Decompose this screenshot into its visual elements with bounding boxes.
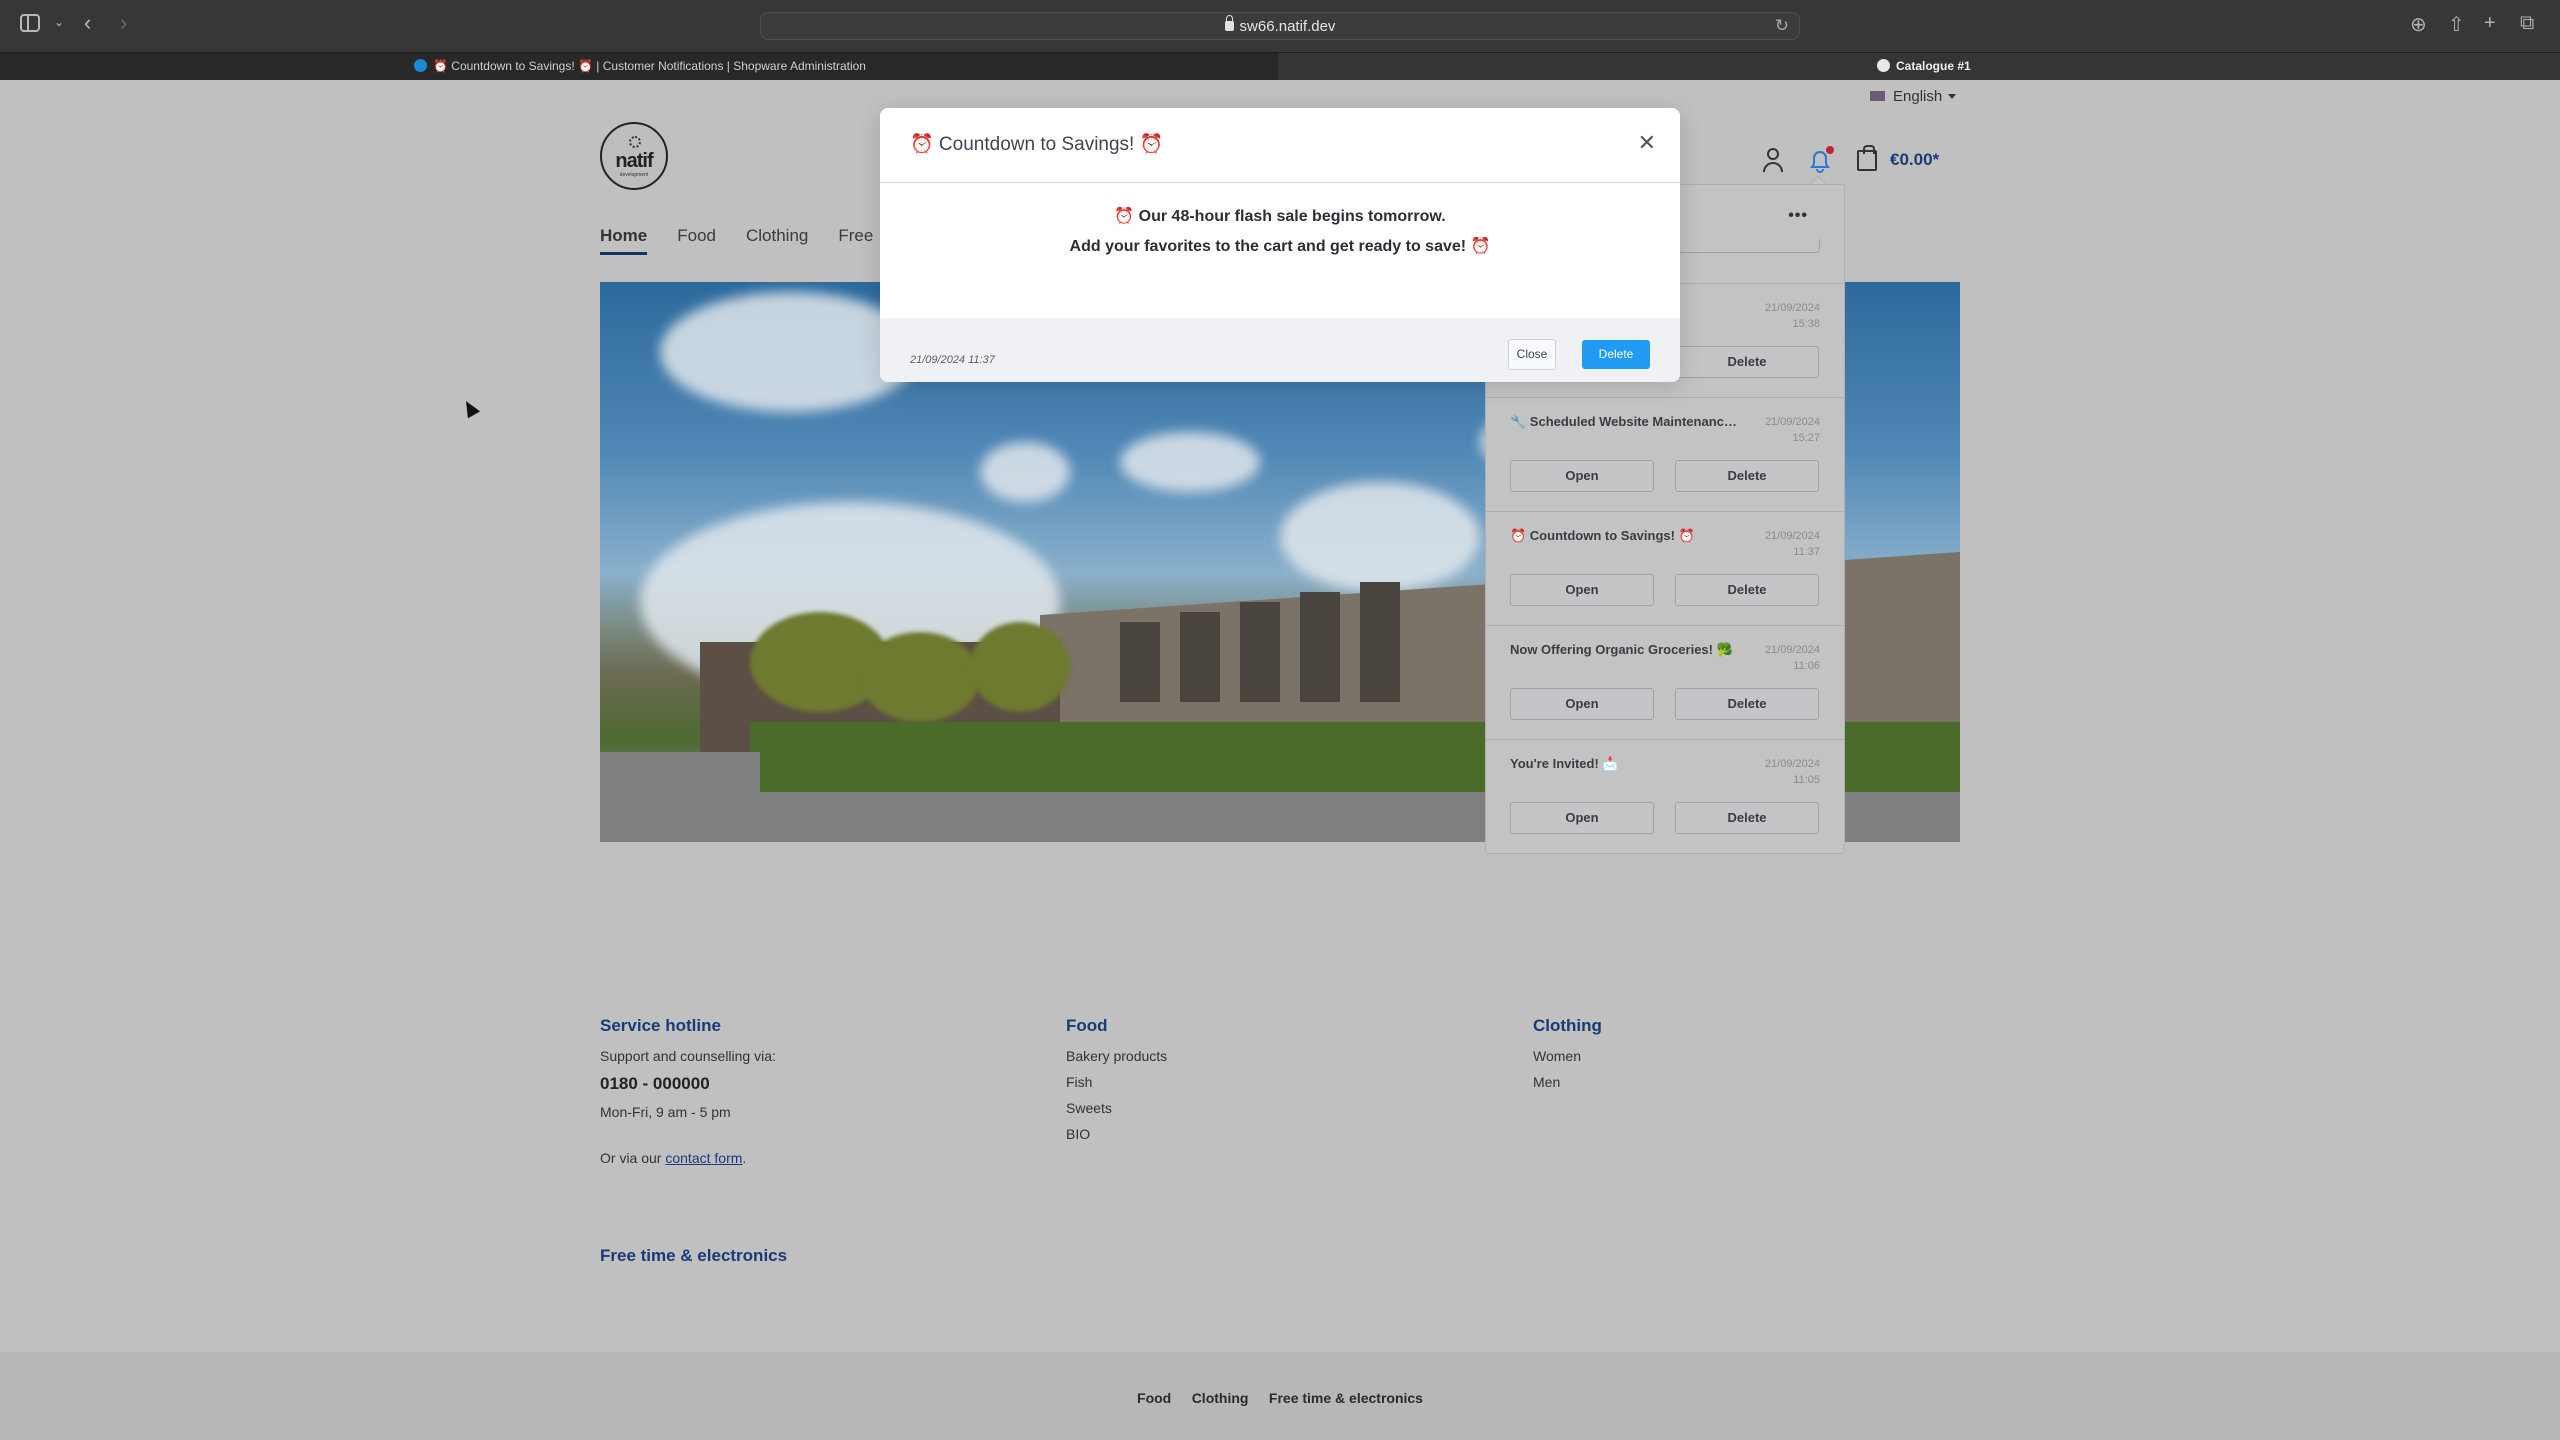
contact-form-link[interactable]: contact form: [665, 1150, 742, 1166]
notification-title: ⏰ Countdown to Savings! ⏰: [1510, 528, 1695, 543]
footer-bottom-bar: Food Clothing Free time & electronics: [0, 1352, 2560, 1440]
footer-heading: Food: [1066, 1016, 1108, 1035]
modal-body: ⏰ Our 48-hour flash sale begins tomorrow…: [880, 184, 1680, 318]
modal-title: ⏰ Countdown to Savings! ⏰: [910, 134, 1164, 155]
notification-open-button[interactable]: Open: [1510, 574, 1654, 606]
store-logo[interactable]: natif development: [600, 122, 668, 190]
notification-badge: [1826, 146, 1834, 154]
footer-link[interactable]: Women: [1533, 1048, 1602, 1064]
notification-open-button[interactable]: Open: [1510, 688, 1654, 720]
footer: Service hotline Support and counselling …: [0, 884, 2560, 1360]
cart-total[interactable]: €0.00*: [1890, 150, 1939, 170]
footer-link[interactable]: Men: [1533, 1074, 1602, 1090]
modal-message-line: Add your favorites to the cart and get r…: [1069, 238, 1491, 255]
footer-link[interactable]: Sweets: [1066, 1100, 1167, 1116]
footer-heading: Service hotline: [600, 1016, 721, 1035]
nav-item-clothing[interactable]: Clothing: [746, 226, 808, 255]
hotline-phone: 0180 - 000000: [600, 1074, 710, 1093]
notification-delete-button[interactable]: Delete: [1675, 574, 1819, 606]
share-icon[interactable]: ⇧: [2448, 12, 2465, 37]
notification-open-button[interactable]: Open: [1510, 460, 1654, 492]
support-intro: Support and counselling via:: [600, 1048, 776, 1064]
modal-message-line: ⏰ Our 48-hour flash sale begins tomorrow…: [1114, 208, 1446, 225]
footer-link[interactable]: Bakery products: [1066, 1048, 1167, 1064]
download-icon[interactable]: ⊕: [2410, 12, 2427, 37]
hotline-hours: Mon-Fri, 9 am - 5 pm: [600, 1104, 731, 1120]
bottom-link-food[interactable]: Food: [1137, 1390, 1171, 1406]
bottom-link-free-time[interactable]: Free time & electronics: [1269, 1390, 1423, 1406]
bottom-link-clothing[interactable]: Clothing: [1192, 1390, 1249, 1406]
cart-icon[interactable]: [1857, 145, 1877, 171]
footer-link[interactable]: BIO: [1066, 1126, 1167, 1142]
notification-title: 🔧 Scheduled Website Maintenance ...: [1510, 414, 1740, 429]
account-icon[interactable]: [1762, 148, 1784, 174]
logo-text: natif: [615, 150, 653, 172]
caret-down-icon: [1948, 94, 1957, 99]
nav-item-free-time[interactable]: Free: [838, 226, 873, 255]
tab-label: ⏰ Countdown to Savings! ⏰ | Customer Not…: [433, 59, 866, 73]
chevron-down-icon[interactable]: ⌄: [54, 16, 64, 28]
url-text: sw66.natif.dev: [1239, 18, 1336, 35]
modal-header: ⏰ Countdown to Savings! ⏰ ✕: [880, 108, 1680, 183]
notification-date: 21/09/2024 15:38: [1764, 302, 1820, 330]
notification-date: 21/09/2024 15:27: [1764, 416, 1820, 444]
main-navigation: Home Food Clothing Free: [600, 226, 903, 255]
footer-clothing-column: Clothing Women Men: [1533, 1016, 1602, 1100]
back-button[interactable]: ‹: [84, 12, 91, 34]
notification-item: ⏰ Countdown to Savings! ⏰ 21/09/2024 11:3…: [1486, 511, 1844, 625]
more-options-icon[interactable]: •••: [1788, 207, 1808, 225]
shopware-favicon-icon: [414, 59, 427, 72]
footer-service-column: Service hotline Support and counselling …: [600, 1016, 776, 1176]
contact-line: Or via our contact form.: [600, 1150, 776, 1166]
new-tab-icon[interactable]: +: [2484, 12, 2496, 35]
notification-delete-button[interactable]: Delete: [1675, 688, 1819, 720]
nav-item-food[interactable]: Food: [677, 226, 716, 255]
notification-item: Now Offering Organic Groceries! 🥦 21/09/…: [1486, 625, 1844, 739]
notification-item: 🔧 Scheduled Website Maintenance ... 21/0…: [1486, 397, 1844, 511]
uk-flag-icon: [1870, 91, 1885, 101]
footer-heading: Clothing: [1533, 1016, 1602, 1035]
notification-delete-button[interactable]: Delete: [1675, 346, 1819, 378]
tab-overview-icon[interactable]: ⧉: [2520, 12, 2534, 35]
notification-item: You're Invited! 📩 21/09/2024 11:05 Open D…: [1486, 739, 1844, 853]
browser-toolbar: ⌄ ‹ › sw66.natif.dev ↻ ⊕ ⇧ + ⧉: [0, 0, 2560, 52]
logo-dots-icon: [629, 136, 641, 148]
contact-suffix: .: [742, 1150, 747, 1166]
tab-bar: ⏰ Countdown to Savings! ⏰ | Customer Not…: [0, 52, 2560, 80]
modal-footer: 21/09/2024 11:37 Close Delete: [880, 318, 1680, 382]
notification-date: 21/09/2024 11:06: [1764, 644, 1820, 672]
footer-heading-free-time[interactable]: Free time & electronics: [600, 1246, 787, 1266]
contact-prefix: Or via our: [600, 1150, 666, 1166]
footer-link[interactable]: Fish: [1066, 1074, 1167, 1090]
sidebar-toggle-icon[interactable]: [20, 14, 40, 32]
notification-delete-button[interactable]: Delete: [1675, 802, 1819, 834]
logo-subtext: development: [619, 172, 649, 178]
tab-label: Catalogue #1: [1896, 59, 1971, 73]
catalogue-favicon-icon: [1877, 59, 1890, 72]
notification-modal: ⏰ Countdown to Savings! ⏰ ✕ ⏰ Our 48-hou…: [880, 108, 1680, 382]
address-bar[interactable]: sw66.natif.dev ↻: [760, 12, 1800, 40]
notification-date: 21/09/2024 11:05: [1764, 758, 1820, 786]
notification-delete-button[interactable]: Delete: [1675, 460, 1819, 492]
language-switcher[interactable]: English: [1870, 88, 1957, 105]
footer-food-column: Food Bakery products Fish Sweets BIO: [1066, 1016, 1167, 1152]
notification-date: 21/09/2024 11:37: [1764, 530, 1820, 558]
tab-catalogue[interactable]: Catalogue #1: [1278, 53, 2560, 80]
delete-button[interactable]: Delete: [1582, 340, 1650, 369]
notification-title: Now Offering Organic Groceries! 🥦: [1510, 642, 1733, 657]
notification-bell-icon[interactable]: [1808, 146, 1834, 174]
forward-button[interactable]: ›: [120, 12, 127, 34]
close-icon[interactable]: ✕: [1638, 132, 1656, 154]
close-button[interactable]: Close: [1508, 339, 1556, 370]
lock-icon: [1224, 15, 1234, 31]
reload-icon[interactable]: ↻: [1775, 16, 1789, 36]
nav-item-home[interactable]: Home: [600, 226, 648, 255]
notification-title: You're Invited! 📩: [1510, 756, 1619, 771]
language-label: English: [1893, 88, 1943, 105]
modal-date: 21/09/2024 11:37: [910, 354, 995, 366]
notification-open-button[interactable]: Open: [1510, 802, 1654, 834]
tab-shopware-admin[interactable]: ⏰ Countdown to Savings! ⏰ | Customer Not…: [0, 53, 1278, 80]
